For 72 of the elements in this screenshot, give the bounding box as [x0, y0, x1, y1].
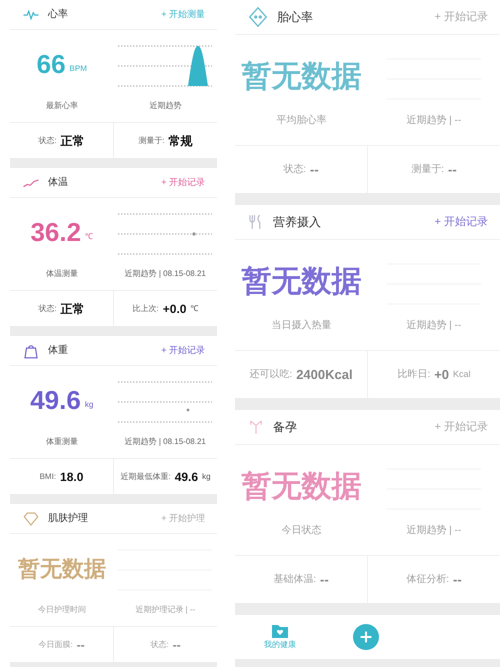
- reading-value: 36.2: [30, 219, 82, 245]
- stat-label: 体征分析:: [406, 572, 450, 587]
- plus-icon: [358, 629, 374, 645]
- stat-label: BMI:: [40, 470, 56, 482]
- stat-label: 状态:: [38, 134, 57, 146]
- diamond-icon: [22, 510, 40, 528]
- stat-label: 测量于:: [138, 134, 165, 146]
- stat-value: 49.6: [174, 468, 198, 486]
- baby-face-icon: [247, 6, 269, 28]
- trend-caption: 近期趋势 | --: [405, 114, 462, 128]
- trend-caption: 近期趋势 | 08.15-08.21: [124, 436, 207, 448]
- stat-value: 正常: [60, 132, 85, 150]
- value-caption: 今日护理时间: [36, 604, 87, 616]
- stat-value: --: [453, 570, 462, 589]
- no-data-text: 暂无数据: [241, 264, 362, 300]
- stat-unit: kg: [202, 470, 211, 482]
- stat-label: 今日面膜:: [38, 638, 73, 650]
- stat-label: 基础体温:: [273, 572, 316, 587]
- stat-label: 比昨日:: [397, 368, 430, 382]
- trend-caption: 近期趋势 | --: [405, 318, 462, 332]
- stat-value: --: [76, 636, 85, 654]
- no-data-text: 暂无数据: [18, 554, 106, 582]
- stat-value: +0: [434, 366, 450, 384]
- reading-unit: ℃: [85, 231, 94, 243]
- value-caption: 平均胎心率: [275, 114, 328, 128]
- stat-label: 状态:: [150, 638, 169, 650]
- start-link[interactable]: + 开始测量: [161, 8, 205, 22]
- card-title: 体温: [48, 176, 68, 190]
- stat-label: 比上次:: [132, 302, 159, 314]
- stat-value: --: [448, 160, 457, 179]
- no-data-text: 暂无数据: [241, 469, 362, 505]
- value-caption: 今日状态: [280, 524, 322, 538]
- add-button[interactable]: [353, 624, 379, 650]
- start-link[interactable]: + 开始记录: [161, 176, 205, 190]
- folder-heart-icon: [271, 623, 289, 639]
- stat-value: 2400Kcal: [296, 366, 353, 384]
- card-title: 备孕: [273, 419, 297, 436]
- reading-value: 49.6: [30, 387, 81, 413]
- card-title: 心率: [48, 8, 68, 22]
- trend-caption: 近期趋势: [148, 100, 182, 112]
- stat-unit: ℃: [190, 302, 198, 314]
- card-title: 体重: [48, 344, 68, 358]
- stat-label: 还可以吃:: [249, 368, 292, 382]
- value-caption: 最新心率: [44, 100, 79, 112]
- card-title: 营养摄入: [273, 214, 321, 231]
- value-caption: 体温测量: [44, 268, 79, 280]
- start-link[interactable]: + 开始记录: [434, 214, 488, 230]
- trend-caption: 近期趋势 | 08.15-08.21: [124, 268, 207, 280]
- card-title: 肌肤护理: [48, 512, 88, 526]
- stat-value: --: [310, 160, 319, 179]
- stat-label: 状态:: [283, 162, 306, 177]
- no-data-text: 暂无数据: [241, 59, 362, 95]
- reading-value: 66: [36, 51, 66, 77]
- value-caption: 体重测量: [44, 436, 79, 448]
- reading-unit: kg: [84, 399, 94, 411]
- value-caption: 当日摄入热量: [270, 318, 332, 332]
- stat-value: --: [320, 570, 329, 589]
- reading-unit: BPM: [70, 63, 87, 75]
- stat-label: 近期最低体重:: [120, 470, 171, 482]
- stat-unit: Kcal: [453, 368, 471, 381]
- stat-label: 测量于:: [411, 162, 444, 177]
- stat-value: 18.0: [60, 468, 84, 486]
- trend-caption: 近期护理记录 | --: [134, 604, 196, 616]
- stat-value: +0.0: [162, 300, 186, 318]
- stat-value: 正常: [60, 300, 85, 318]
- card-title: 胎心率: [277, 9, 313, 26]
- stat-value: --: [172, 636, 181, 654]
- stat-value: 常规: [168, 132, 193, 150]
- trend-caption: 近期趋势 | --: [405, 524, 462, 538]
- start-link[interactable]: + 开始记录: [161, 344, 205, 358]
- stat-label: 状态:: [38, 302, 57, 314]
- sprout-icon: [247, 418, 265, 436]
